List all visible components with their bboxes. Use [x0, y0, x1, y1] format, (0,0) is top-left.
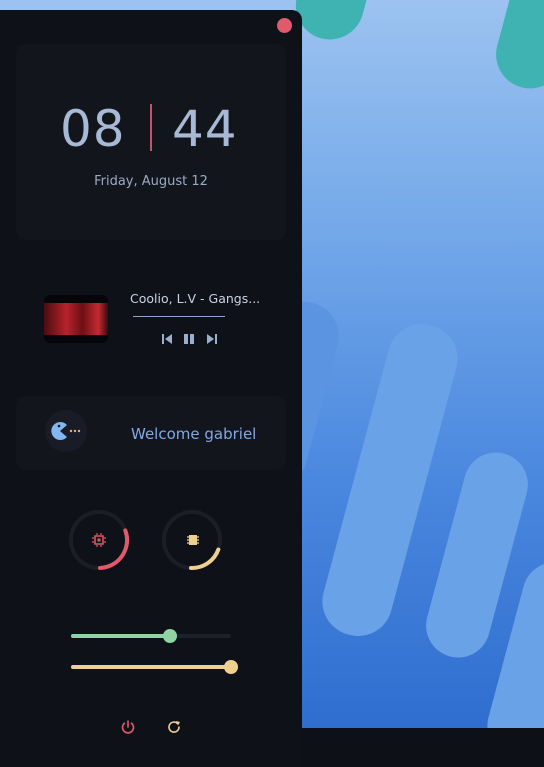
ram-icon [186, 532, 200, 546]
pacman-icon [45, 410, 87, 452]
brightness-slider[interactable] [71, 660, 238, 674]
clock-separator [150, 104, 152, 151]
song-progress[interactable] [133, 316, 225, 317]
restart-icon[interactable] [166, 719, 182, 735]
album-art-image [44, 303, 108, 335]
volume-slider[interactable] [71, 629, 231, 643]
brightness-slider-handle[interactable] [224, 660, 238, 674]
song-title: Coolio, L.V - Gangs... [130, 291, 261, 306]
pause-icon[interactable] [182, 331, 196, 345]
album-art [44, 295, 108, 343]
welcome-text: Welcome gabriel [131, 425, 257, 443]
clock-minute: 44 [172, 100, 238, 158]
date-label: Friday, August 12 [94, 174, 208, 189]
next-icon[interactable] [205, 331, 219, 345]
cpu-icon [92, 532, 106, 547]
power-icon[interactable] [120, 719, 136, 735]
previous-icon[interactable] [160, 331, 174, 345]
clock-hour: 08 [60, 100, 126, 158]
close-button[interactable] [277, 18, 292, 33]
